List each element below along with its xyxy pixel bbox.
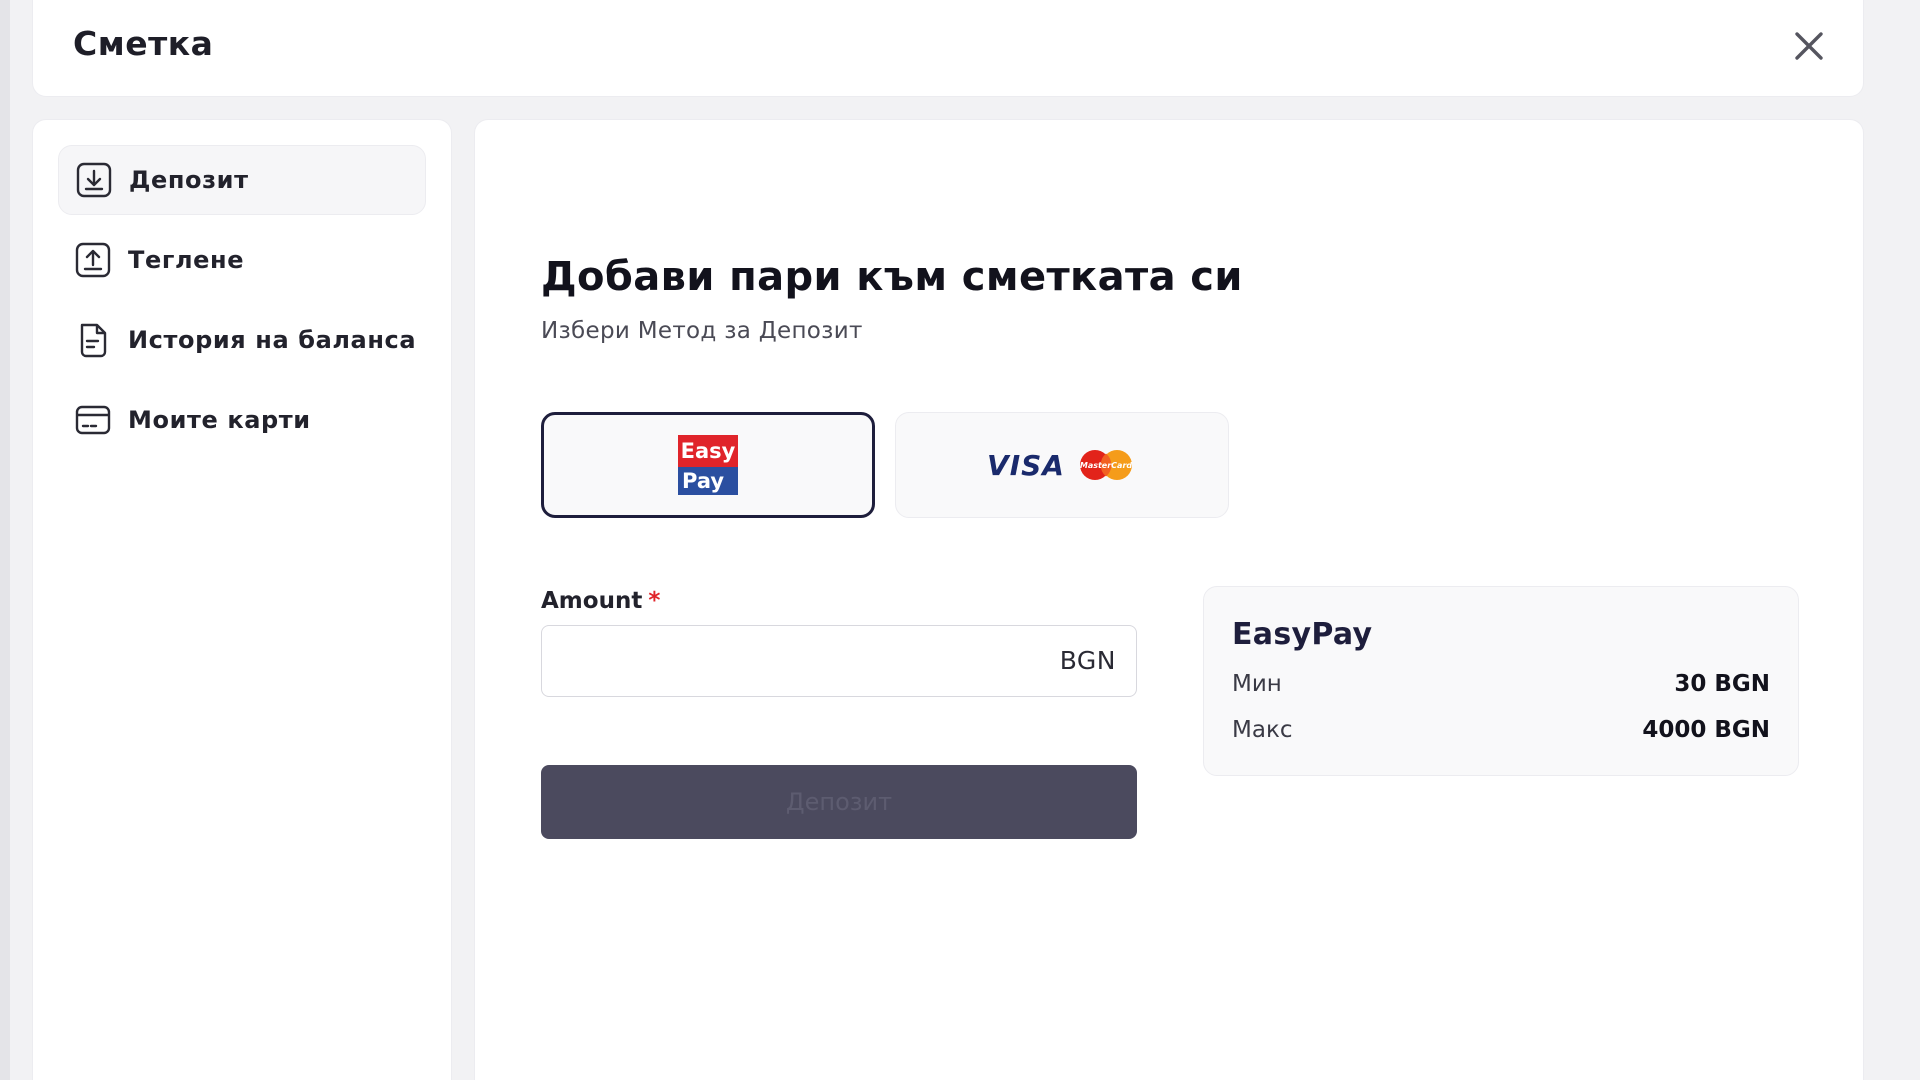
download-icon (75, 161, 113, 199)
section-title: Добави пари към сметката си (541, 254, 1243, 300)
amount-input[interactable] (542, 626, 1022, 696)
section-subtitle: Избери Метод за Депозит (541, 318, 863, 344)
mastercard-text: MasterCard (1080, 461, 1133, 470)
mastercard-icon: MasterCard (1080, 450, 1133, 480)
info-row-max: Макс 4000 BGN (1232, 715, 1770, 745)
sidebar-item-label: Депозит (129, 166, 249, 194)
easypay-logo-top: Easy (678, 435, 738, 467)
min-label: Мин (1232, 671, 1282, 697)
max-value: 4000 BGN (1642, 717, 1770, 743)
max-label: Макс (1232, 717, 1293, 743)
easypay-logo-bottom: Pay (678, 467, 738, 495)
document-icon (74, 321, 112, 359)
currency-suffix: BGN (1059, 646, 1116, 675)
card-icon (74, 401, 112, 439)
visa-logo: VISA (987, 448, 1065, 482)
page-title: Сметка (73, 24, 214, 63)
sidebar-item-label: Теглене (128, 246, 245, 274)
modal-header: Сметка (32, 0, 1864, 97)
sidebar: Депозит Теглене История на баланса Моите… (32, 119, 452, 1080)
close-icon (1795, 32, 1823, 60)
amount-label: Amount * (541, 588, 660, 614)
method-easypay[interactable]: Easy Pay (541, 412, 875, 518)
required-mark: * (648, 588, 661, 614)
sidebar-item-deposit[interactable]: Депозит (58, 145, 426, 215)
method-info-card: EasyPay Мин 30 BGN Макс 4000 BGN (1203, 586, 1799, 776)
main-panel: Добави пари към сметката си Избери Метод… (474, 119, 1864, 1080)
info-title: EasyPay (1232, 617, 1373, 652)
sidebar-item-label: Моите карти (128, 406, 311, 434)
sidebar-item-withdraw[interactable]: Теглене (58, 225, 426, 295)
left-edge-strip (0, 0, 10, 1080)
close-button[interactable] (1791, 28, 1827, 64)
sidebar-item-my-cards[interactable]: Моите карти (58, 385, 426, 455)
sidebar-item-balance-history[interactable]: История на баланса (58, 305, 426, 375)
deposit-button[interactable]: Депозит (541, 765, 1137, 839)
amount-label-text: Amount (541, 588, 643, 614)
easypay-logo: Easy Pay (678, 435, 738, 495)
min-value: 30 BGN (1674, 671, 1770, 697)
sidebar-item-label: История на баланса (128, 326, 417, 354)
info-row-min: Мин 30 BGN (1232, 669, 1770, 699)
amount-field: BGN (541, 625, 1137, 697)
method-visa-mastercard[interactable]: VISA MasterCard (895, 412, 1229, 518)
upload-icon (74, 241, 112, 279)
visa-mastercard-logo: VISA MasterCard (987, 448, 1137, 482)
